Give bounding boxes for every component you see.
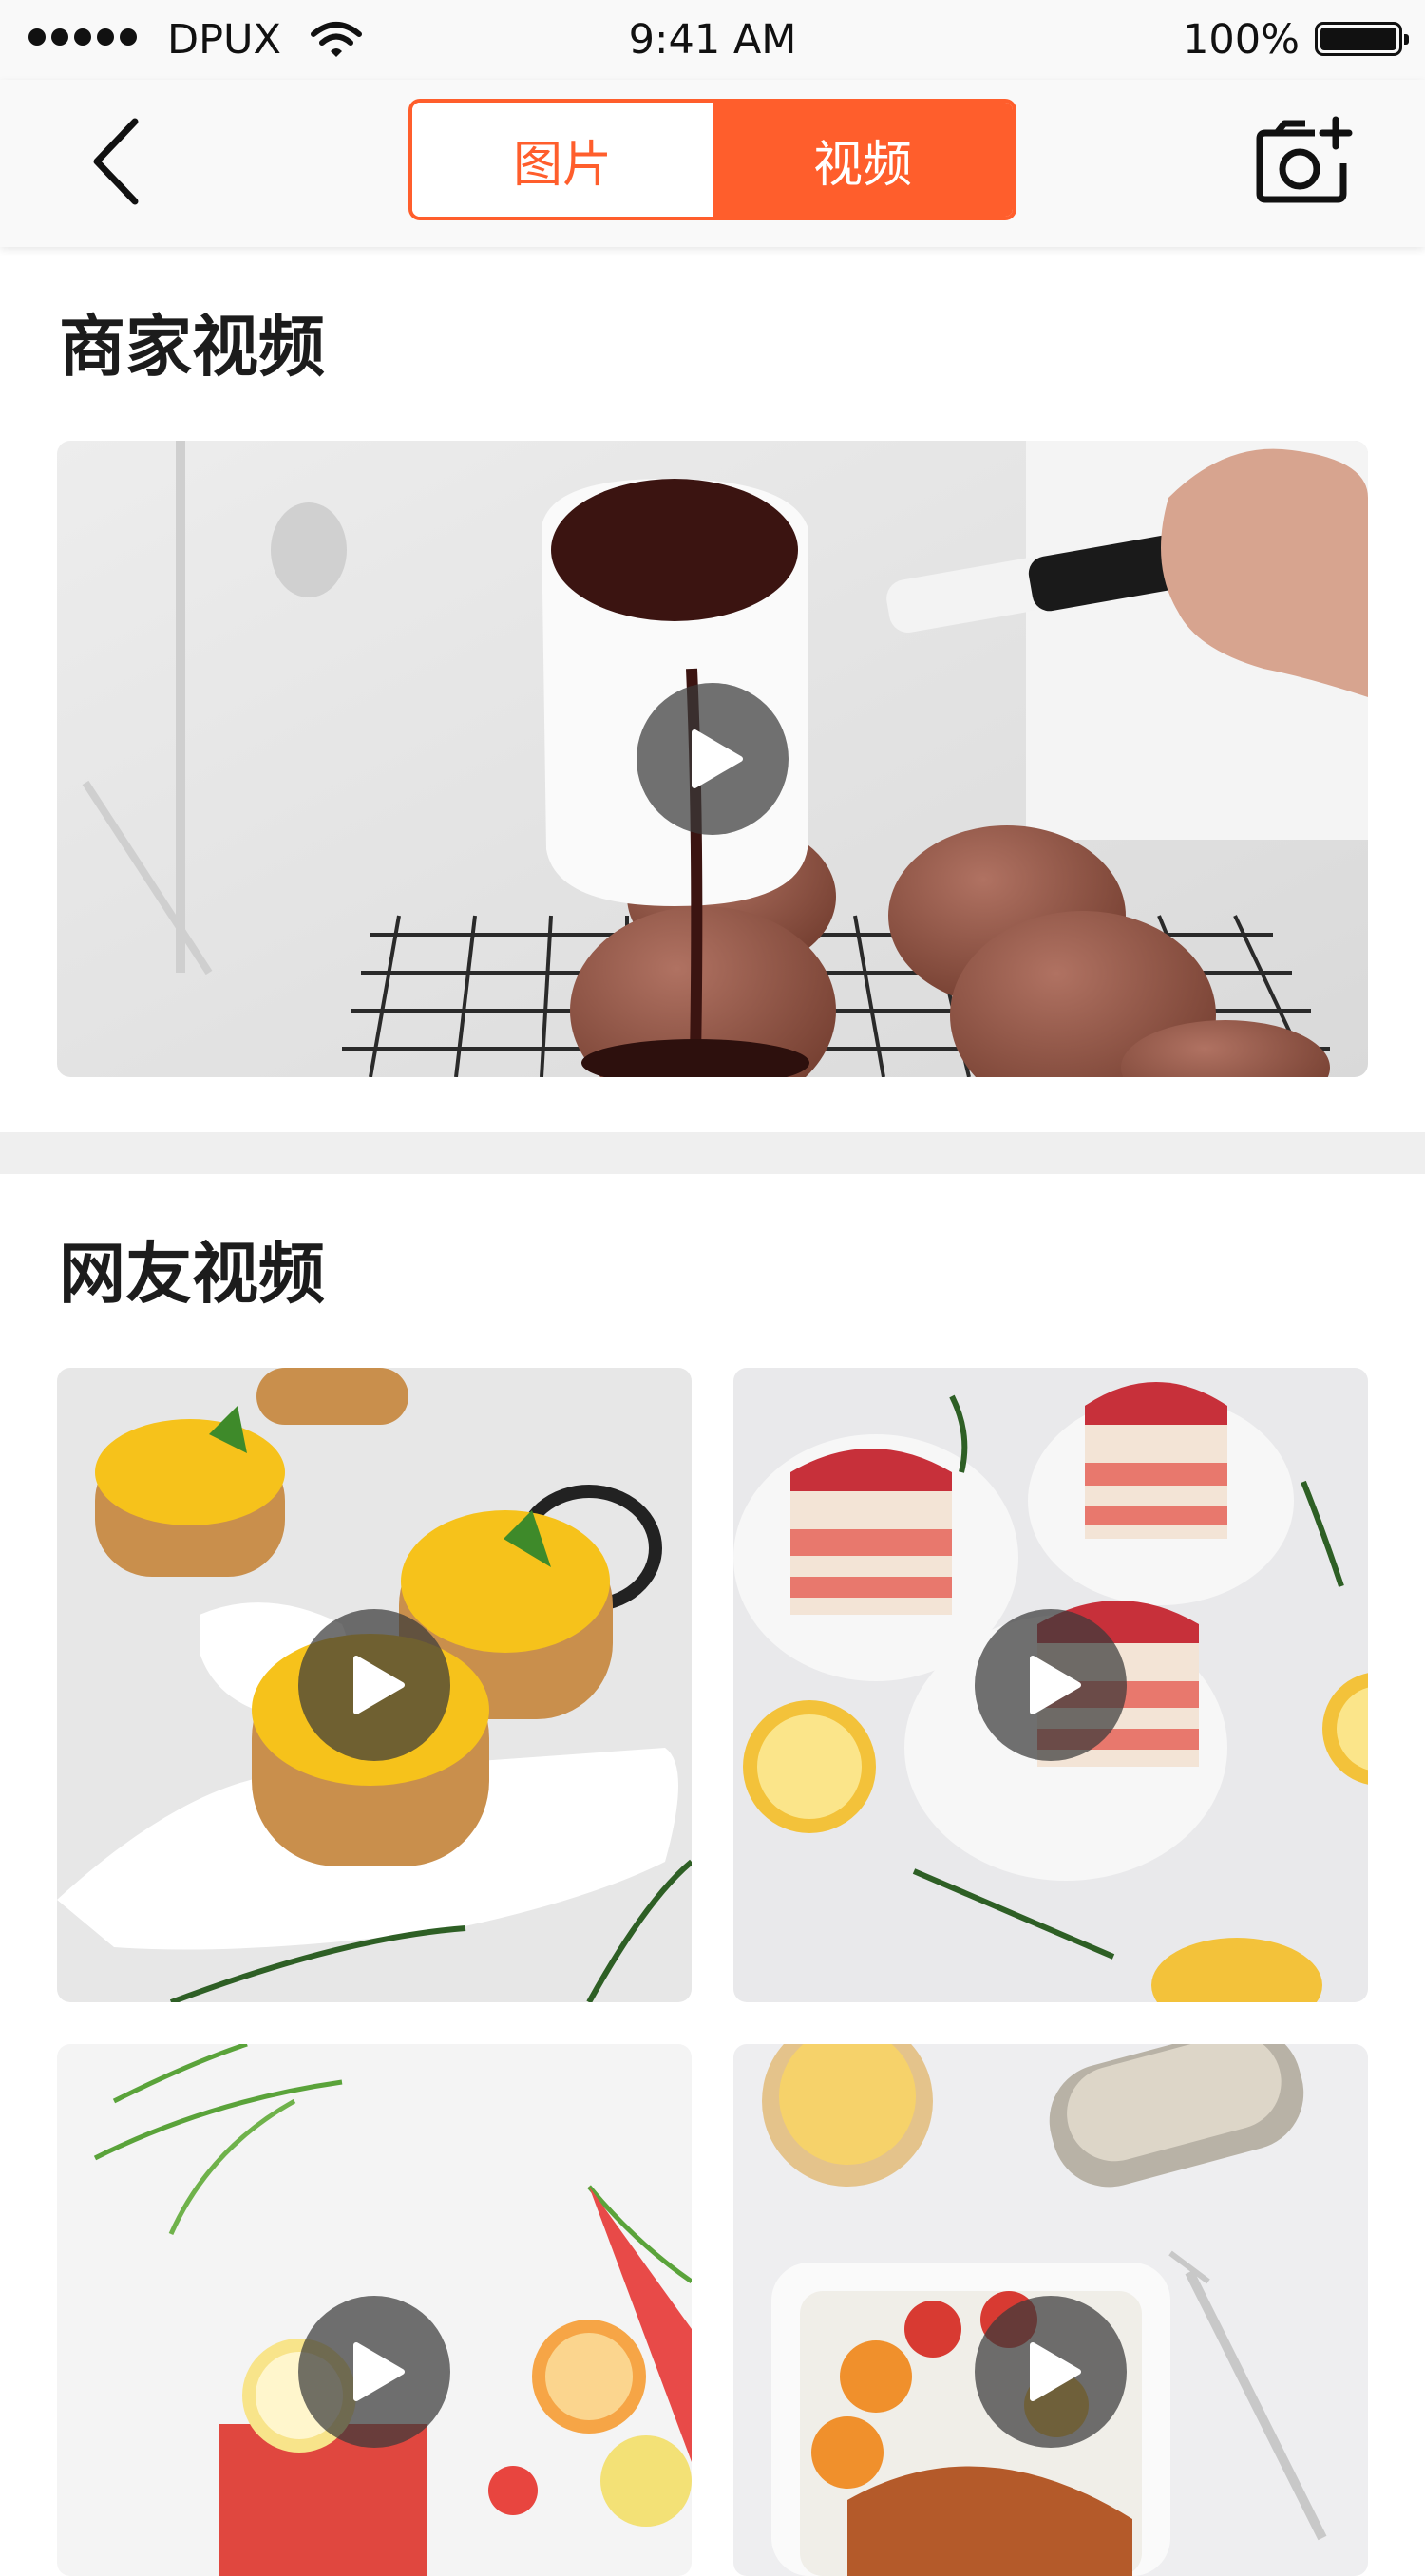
user-video-card-3[interactable] — [57, 2044, 692, 2576]
upload-camera-button[interactable] — [1252, 114, 1357, 209]
play-icon — [1030, 2342, 1081, 2401]
battery-full-icon — [1315, 22, 1409, 56]
play-button[interactable] — [298, 2296, 450, 2448]
tab-videos[interactable]: 视频 — [712, 103, 1013, 217]
user-video-card-4[interactable] — [733, 2044, 1368, 2576]
featured-video-card[interactable] — [57, 441, 1368, 1077]
play-button[interactable] — [975, 2296, 1127, 2448]
battery-percent: 100% — [1183, 16, 1300, 64]
tab-photos[interactable]: 图片 — [412, 103, 712, 217]
user-video-card-2[interactable] — [733, 1368, 1368, 2002]
section-divider — [0, 1132, 1425, 1174]
media-type-switch: 图片 视频 — [408, 99, 1016, 220]
play-icon — [353, 1656, 405, 1714]
play-icon — [692, 729, 743, 788]
back-button[interactable] — [76, 114, 162, 209]
play-button[interactable] — [975, 1609, 1127, 1761]
play-icon — [353, 2342, 405, 2401]
chevron-left-icon — [93, 118, 139, 205]
status-bar: DPUX 9:41 AM 100% — [0, 0, 1425, 80]
camera-add-icon — [1256, 116, 1353, 203]
user-video-card-1[interactable] — [57, 1368, 692, 2002]
user-videos-title: 网友视频 — [59, 1235, 325, 1313]
navigation-bar: 图片 视频 — [0, 80, 1425, 247]
merchant-videos-title: 商家视频 — [59, 308, 325, 386]
play-icon — [1030, 1656, 1081, 1714]
play-button[interactable] — [636, 683, 788, 835]
play-button[interactable] — [298, 1609, 450, 1761]
